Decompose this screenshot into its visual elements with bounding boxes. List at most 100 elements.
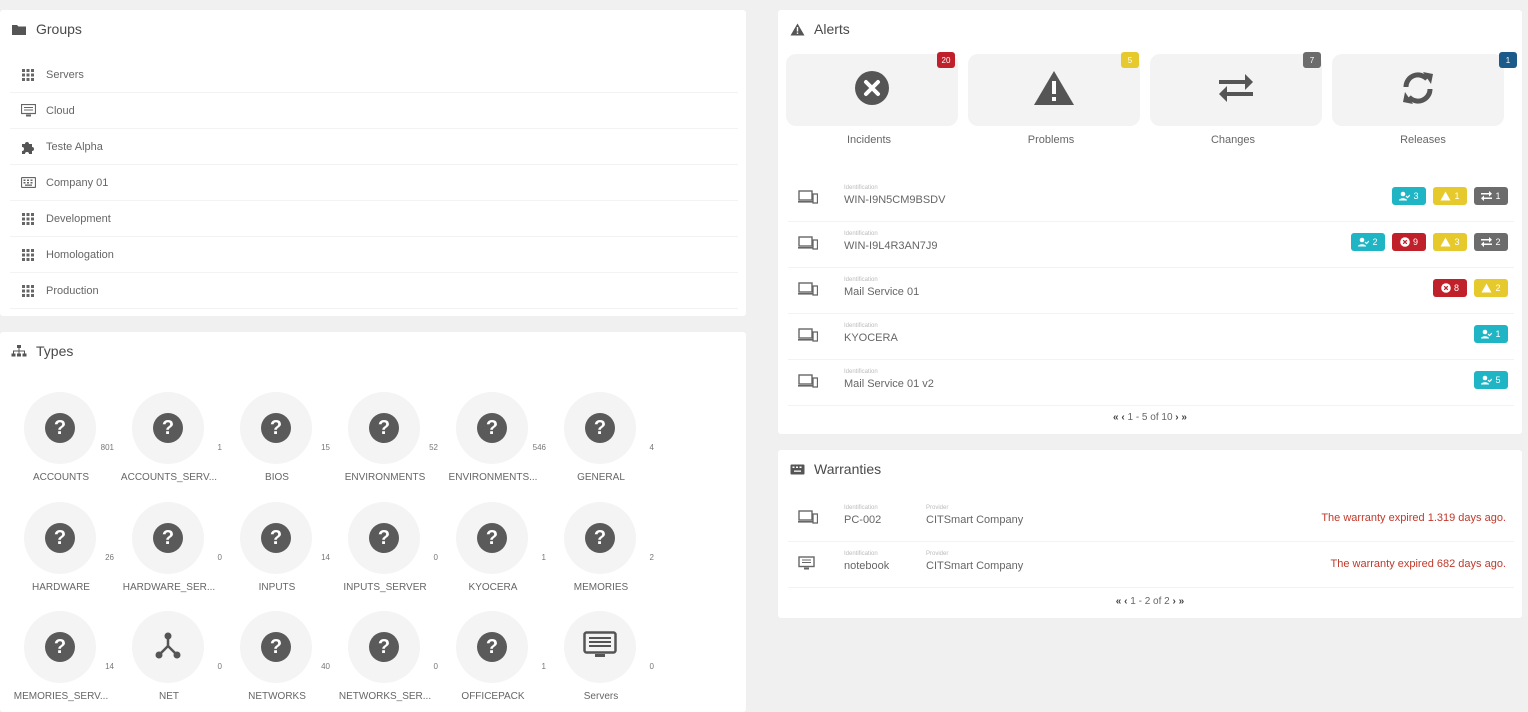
- user-check-badge[interactable]: 2: [1351, 233, 1385, 251]
- question-icon: ?: [45, 523, 75, 553]
- group-item-homologation[interactable]: Homologation: [10, 237, 738, 273]
- type-tile-accounts-serv[interactable]: ? 1 ACCOUNTS_SERV...: [108, 384, 222, 492]
- warranty-row[interactable]: Identification PC-002 Provider CITSmart …: [788, 496, 1514, 542]
- type-circle: ?: [24, 392, 96, 464]
- problems-label[interactable]: Problems: [965, 134, 1137, 146]
- alert-row[interactable]: Identification KYOCERA 1: [788, 314, 1514, 360]
- changes-count-badge: 7: [1303, 52, 1321, 68]
- group-item-label: Teste Alpha: [46, 140, 103, 153]
- type-tile-memories-serv[interactable]: ? 14 MEMORIES_SERV...: [0, 603, 114, 711]
- group-item-teste-alpha[interactable]: Teste Alpha: [10, 129, 738, 165]
- types-header: Types: [0, 332, 746, 370]
- pager-range: 1 - 5 of 10: [1127, 412, 1173, 423]
- groups-panel: Groups Servers Cloud Teste Alpha Company…: [0, 10, 746, 316]
- user-check-badge[interactable]: 1: [1474, 325, 1508, 343]
- type-tile-networks-ser[interactable]: ? 0 NETWORKS_SER...: [324, 603, 438, 711]
- type-circle: ?: [348, 611, 420, 683]
- type-circle: [132, 611, 204, 683]
- server-list-icon: [583, 630, 617, 664]
- type-tile-environments[interactable]: ? 52 ENVIRONMENTS: [324, 384, 438, 492]
- type-circle: ?: [240, 392, 312, 464]
- type-tile-memories[interactable]: ? 2 MEMORIES: [540, 494, 654, 602]
- question-icon: ?: [477, 523, 507, 553]
- type-label: HARDWARE_SER...: [122, 582, 216, 593]
- releases-card[interactable]: [1332, 54, 1504, 126]
- row-badges: 5: [1474, 371, 1508, 389]
- next-page-button[interactable]: ›: [1175, 412, 1178, 423]
- user-check-icon: [1481, 329, 1493, 339]
- type-tile-net[interactable]: 0 NET: [108, 603, 222, 711]
- type-label: MEMORIES_SERV...: [13, 691, 109, 702]
- type-tile-accounts[interactable]: ? 801 ACCOUNTS: [0, 384, 114, 492]
- next-page-button[interactable]: ›: [1173, 596, 1176, 607]
- type-label: NETWORKS: [248, 691, 306, 702]
- user-check-icon: [1399, 191, 1411, 201]
- warning-icon: [1481, 283, 1492, 293]
- incident-badge[interactable]: 8: [1433, 279, 1467, 297]
- group-item-development[interactable]: Development: [10, 201, 738, 237]
- first-page-button[interactable]: «: [1113, 412, 1119, 423]
- prev-page-button[interactable]: ‹: [1121, 412, 1124, 423]
- incidents-card[interactable]: [786, 54, 958, 126]
- provider-value: CITSmart Company: [926, 560, 1024, 572]
- type-tile-inputs[interactable]: ? 14 INPUTS: [216, 494, 330, 602]
- devices-icon: [798, 236, 819, 252]
- row-badges: 2 9 3 2: [1351, 233, 1508, 251]
- type-tile-environments-2[interactable]: ? 546 ENVIRONMENTS...: [432, 384, 546, 492]
- devices-icon: [798, 374, 819, 390]
- warning-badge[interactable]: 3: [1433, 233, 1467, 251]
- question-icon: ?: [45, 632, 75, 662]
- type-tile-general[interactable]: ? 4 GENERAL: [540, 384, 654, 492]
- last-page-button[interactable]: »: [1179, 596, 1185, 607]
- type-tile-bios[interactable]: ? 15 BIOS: [216, 384, 330, 492]
- type-tile-networks[interactable]: ? 40 NETWORKS: [216, 603, 330, 711]
- group-item-production[interactable]: Production: [10, 273, 738, 309]
- network-icon: [153, 630, 183, 665]
- type-tile-hardware[interactable]: ? 26 HARDWARE: [0, 494, 114, 602]
- identification-caption: Identification: [844, 277, 878, 283]
- identification-caption: Identification: [844, 323, 878, 329]
- alert-row[interactable]: Identification Mail Service 01 8 2: [788, 268, 1514, 314]
- grid-icon: [20, 212, 36, 226]
- prev-page-button[interactable]: ‹: [1124, 596, 1127, 607]
- warning-badge[interactable]: 1: [1433, 187, 1467, 205]
- provider-caption: Provider: [926, 505, 949, 511]
- type-tile-officepack[interactable]: ? 1 OFFICEPACK: [432, 603, 546, 711]
- type-tile-servers[interactable]: 0 Servers: [540, 603, 654, 711]
- incidents-label[interactable]: Incidents: [783, 134, 955, 146]
- identification-caption: Identification: [844, 551, 878, 557]
- type-tile-hardware-ser[interactable]: ? 0 HARDWARE_SER...: [108, 494, 222, 602]
- type-label: HARDWARE: [32, 582, 90, 593]
- changes-label[interactable]: Changes: [1147, 134, 1319, 146]
- groups-header: Groups: [0, 10, 746, 48]
- exchange-badge[interactable]: 2: [1474, 233, 1508, 251]
- alert-row[interactable]: Identification WIN-I9L4R3AN7J9 2 9 3 2: [788, 222, 1514, 268]
- problems-card[interactable]: [968, 54, 1140, 126]
- last-page-button[interactable]: »: [1181, 412, 1187, 423]
- types-panel: Types ? 801 ACCOUNTS ? 1 ACCOUNTS_SERV..…: [0, 332, 746, 712]
- group-item-servers[interactable]: Servers: [10, 57, 738, 93]
- user-check-badge[interactable]: 3: [1392, 187, 1426, 205]
- identification-value: KYOCERA: [844, 332, 898, 344]
- alerts-title: Alerts: [814, 21, 850, 37]
- badge-count: 8: [1453, 283, 1459, 293]
- alert-row[interactable]: Identification WIN-I9N5CM9BSDV 3 1 1: [788, 176, 1514, 222]
- incident-badge[interactable]: 9: [1392, 233, 1426, 251]
- group-item-label: Homologation: [46, 248, 114, 261]
- alert-row[interactable]: Identification Mail Service 01 v2 5: [788, 360, 1514, 406]
- releases-label[interactable]: Releases: [1337, 134, 1509, 146]
- changes-card[interactable]: [1150, 54, 1322, 126]
- warning-badge[interactable]: 2: [1474, 279, 1508, 297]
- first-page-button[interactable]: «: [1116, 596, 1122, 607]
- badge-count: 9: [1412, 237, 1418, 247]
- type-tile-kyocera[interactable]: ? 1 KYOCERA: [432, 494, 546, 602]
- row-badges: 1: [1474, 325, 1508, 343]
- question-icon: ?: [477, 632, 507, 662]
- warranty-row[interactable]: Identification notebook Provider CITSmar…: [788, 542, 1514, 588]
- group-item-cloud[interactable]: Cloud: [10, 93, 738, 129]
- group-item-company-01[interactable]: Company 01: [10, 165, 738, 201]
- type-tile-inputs-server[interactable]: ? 0 INPUTS_SERVER: [324, 494, 438, 602]
- user-check-badge[interactable]: 5: [1474, 371, 1508, 389]
- exchange-badge[interactable]: 1: [1474, 187, 1508, 205]
- badge-count: 3: [1454, 237, 1460, 247]
